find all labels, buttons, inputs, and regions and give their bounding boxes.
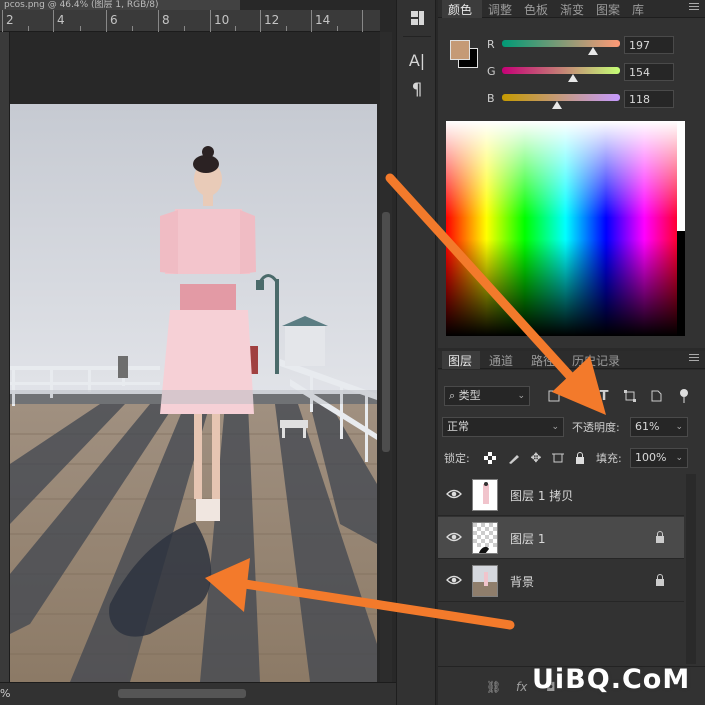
- layer-filter-select[interactable]: ⌕ 类型 ⌄: [444, 386, 530, 406]
- layer-name[interactable]: 图层 1 拷贝: [510, 487, 573, 504]
- filter-kind-label: 类型: [458, 389, 481, 402]
- layers-panel-menu-icon[interactable]: [689, 354, 699, 364]
- document-canvas-area[interactable]: pcos.png @ 46.4% (图层 1, RGB/8) 2 4 6 8 1…: [0, 0, 396, 705]
- lock-all-icon[interactable]: [572, 450, 588, 466]
- eye-icon[interactable]: [446, 574, 462, 586]
- right-panels: 颜色 调整 色板 渐变 图案 库 R G B 图层 通道 路径: [438, 0, 705, 705]
- tab-color[interactable]: 颜色: [448, 1, 472, 18]
- channel-g-thumb[interactable]: [568, 74, 579, 82]
- layers-panel: ⌕ 类型 ⌄ T 正常 ⌄ 不透明度: 61% ⌄ 锁定: ✥ 填充: 100% ⌄ 图…: [438, 370, 705, 705]
- zoom-indicator[interactable]: %: [0, 687, 10, 700]
- chevron-down-icon: ⌄: [675, 422, 683, 432]
- ruler-label: 10: [214, 13, 230, 27]
- pier-photo: [10, 104, 377, 682]
- panel-icon-strip: A| ¶: [396, 0, 436, 705]
- color-panel: R G B: [438, 18, 705, 348]
- filter-smart-object-icon[interactable]: [648, 388, 664, 404]
- tab-adjustments[interactable]: 调整: [488, 1, 512, 18]
- panel-menu-icon[interactable]: [689, 3, 699, 13]
- lock-label: 锁定:: [444, 452, 470, 465]
- blend-mode-value: 正常: [447, 420, 469, 433]
- layer-row[interactable]: 背景: [438, 560, 684, 602]
- ruler-label: 4: [57, 13, 65, 27]
- vertical-scroll-thumb[interactable]: [382, 212, 390, 452]
- tab-history[interactable]: 历史记录: [572, 352, 620, 369]
- color-spectrum-picker[interactable]: [446, 121, 685, 336]
- search-icon: ⌕: [449, 389, 459, 402]
- filter-toggle-icon[interactable]: [676, 388, 692, 404]
- opacity-input[interactable]: 61% ⌄: [630, 417, 688, 437]
- filter-shape-icon[interactable]: [622, 388, 638, 404]
- channel-b-input[interactable]: [624, 90, 674, 108]
- chevron-down-icon: ⌄: [517, 391, 525, 401]
- document-image[interactable]: [10, 104, 377, 682]
- filter-pixel-icon[interactable]: [546, 388, 562, 404]
- channel-b-thumb[interactable]: [551, 101, 562, 109]
- eye-icon[interactable]: [446, 488, 462, 500]
- opacity-value: 61%: [635, 420, 660, 433]
- ruler-label: 6: [110, 13, 118, 27]
- link-layers-icon[interactable]: ⛓: [486, 680, 501, 694]
- lock-artboard-icon[interactable]: [550, 450, 566, 466]
- fill-label: 填充:: [596, 452, 622, 465]
- layer-thumbnail: [472, 479, 498, 511]
- layers-scrollbar[interactable]: [686, 474, 696, 664]
- chevron-down-icon: ⌄: [551, 422, 559, 432]
- tab-layers[interactable]: 图层: [448, 352, 472, 369]
- color-panel-icon[interactable]: [401, 4, 433, 32]
- tab-patterns[interactable]: 图案: [596, 1, 620, 18]
- channel-b-slider[interactable]: [502, 94, 620, 101]
- eye-icon[interactable]: [446, 531, 462, 543]
- foreground-color-swatch[interactable]: [450, 40, 470, 60]
- layer-row-selected[interactable]: 图层 1: [438, 517, 684, 559]
- channel-g-label: G: [487, 65, 496, 78]
- fx-icon[interactable]: fx: [516, 680, 527, 694]
- channel-g-slider[interactable]: [502, 67, 620, 74]
- tab-libraries[interactable]: 库: [632, 1, 644, 18]
- layer-name[interactable]: 背景: [510, 573, 534, 590]
- left-ruler[interactable]: [0, 32, 10, 682]
- horizontal-scroll-thumb[interactable]: [118, 689, 246, 698]
- layer-thumbnail: [472, 565, 498, 597]
- channel-r-thumb[interactable]: [588, 47, 599, 55]
- ruler-label: 8: [162, 13, 170, 27]
- blend-mode-select[interactable]: 正常 ⌄: [442, 417, 564, 437]
- channel-r-input[interactable]: [624, 36, 674, 54]
- layers-panel-tabs: 图层 通道 路径 历史记录: [438, 351, 705, 369]
- fill-value: 100%: [635, 451, 667, 464]
- lock-transparent-pixels-icon[interactable]: [482, 450, 498, 466]
- lock-icon: [655, 574, 665, 589]
- document-tab[interactable]: pcos.png @ 46.4% (图层 1, RGB/8): [0, 0, 240, 10]
- filter-type-icon[interactable]: T: [596, 388, 612, 404]
- ruler-label: 12: [264, 13, 280, 27]
- character-panel-icon[interactable]: A|: [401, 46, 433, 74]
- channel-r-slider[interactable]: [502, 40, 620, 47]
- channel-b-label: B: [487, 92, 495, 105]
- tab-channels[interactable]: 通道: [489, 352, 513, 369]
- vertical-scrollbar[interactable]: [380, 32, 392, 682]
- document-tab-title: pcos.png @ 46.4% (图层 1, RGB/8): [4, 0, 159, 10]
- color-panel-tabs: 颜色 调整 色板 渐变 图案 库: [438, 0, 705, 18]
- tab-paths[interactable]: 路径: [531, 352, 555, 369]
- paragraph-panel-icon[interactable]: ¶: [401, 76, 433, 104]
- lock-position-icon[interactable]: ✥: [528, 450, 544, 466]
- lock-icon: [655, 531, 665, 546]
- tab-gradients[interactable]: 渐变: [560, 1, 584, 18]
- channel-r-label: R: [487, 38, 495, 51]
- chevron-down-icon: ⌄: [675, 453, 683, 463]
- tab-swatches[interactable]: 色板: [524, 1, 548, 18]
- layer-row[interactable]: 图层 1 拷贝: [438, 474, 684, 516]
- layer-name[interactable]: 图层 1: [510, 530, 545, 547]
- fill-input[interactable]: 100% ⌄: [630, 448, 688, 468]
- layer-thumbnail: [472, 522, 498, 554]
- status-bar: %: [0, 682, 396, 705]
- ruler-label: 2: [6, 13, 14, 27]
- watermark-text: UiBQ.CoM: [532, 664, 691, 695]
- top-ruler[interactable]: 2 4 6 8 10 12 14: [0, 10, 380, 32]
- opacity-label: 不透明度:: [572, 421, 620, 434]
- lock-image-pixels-icon[interactable]: [506, 450, 522, 466]
- ruler-label: 14: [315, 13, 331, 27]
- channel-g-input[interactable]: [624, 63, 674, 81]
